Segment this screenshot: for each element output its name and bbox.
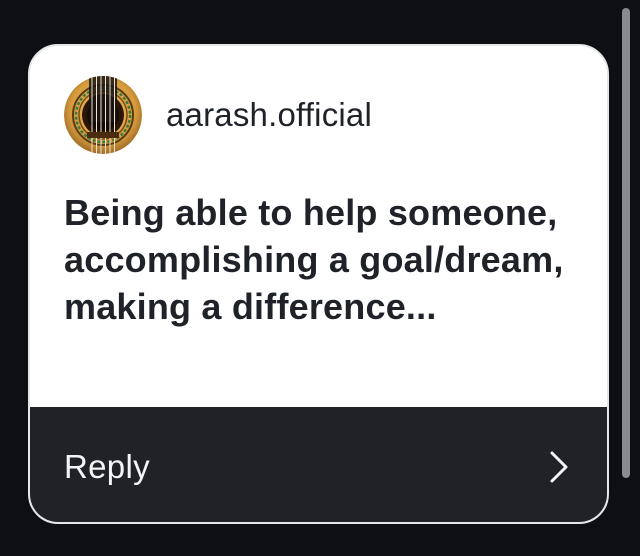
reply-button[interactable]: Reply [30, 407, 607, 522]
notification-card[interactable]: aarash.official Being able to help someo… [28, 44, 609, 524]
chevron-right-icon [550, 451, 568, 482]
screen: aarash.official Being able to help someo… [0, 0, 640, 556]
notification-content: aarash.official Being able to help someo… [30, 46, 607, 407]
username: aarash.official [166, 96, 373, 133]
reply-label: Reply [64, 447, 150, 485]
notification-header: aarash.official [64, 76, 372, 154]
avatar[interactable] [64, 76, 142, 154]
message-text: Being able to help someone, accomplishin… [64, 192, 564, 327]
guitar-soundhole-icon [64, 76, 142, 154]
scrollbar[interactable] [622, 8, 630, 478]
